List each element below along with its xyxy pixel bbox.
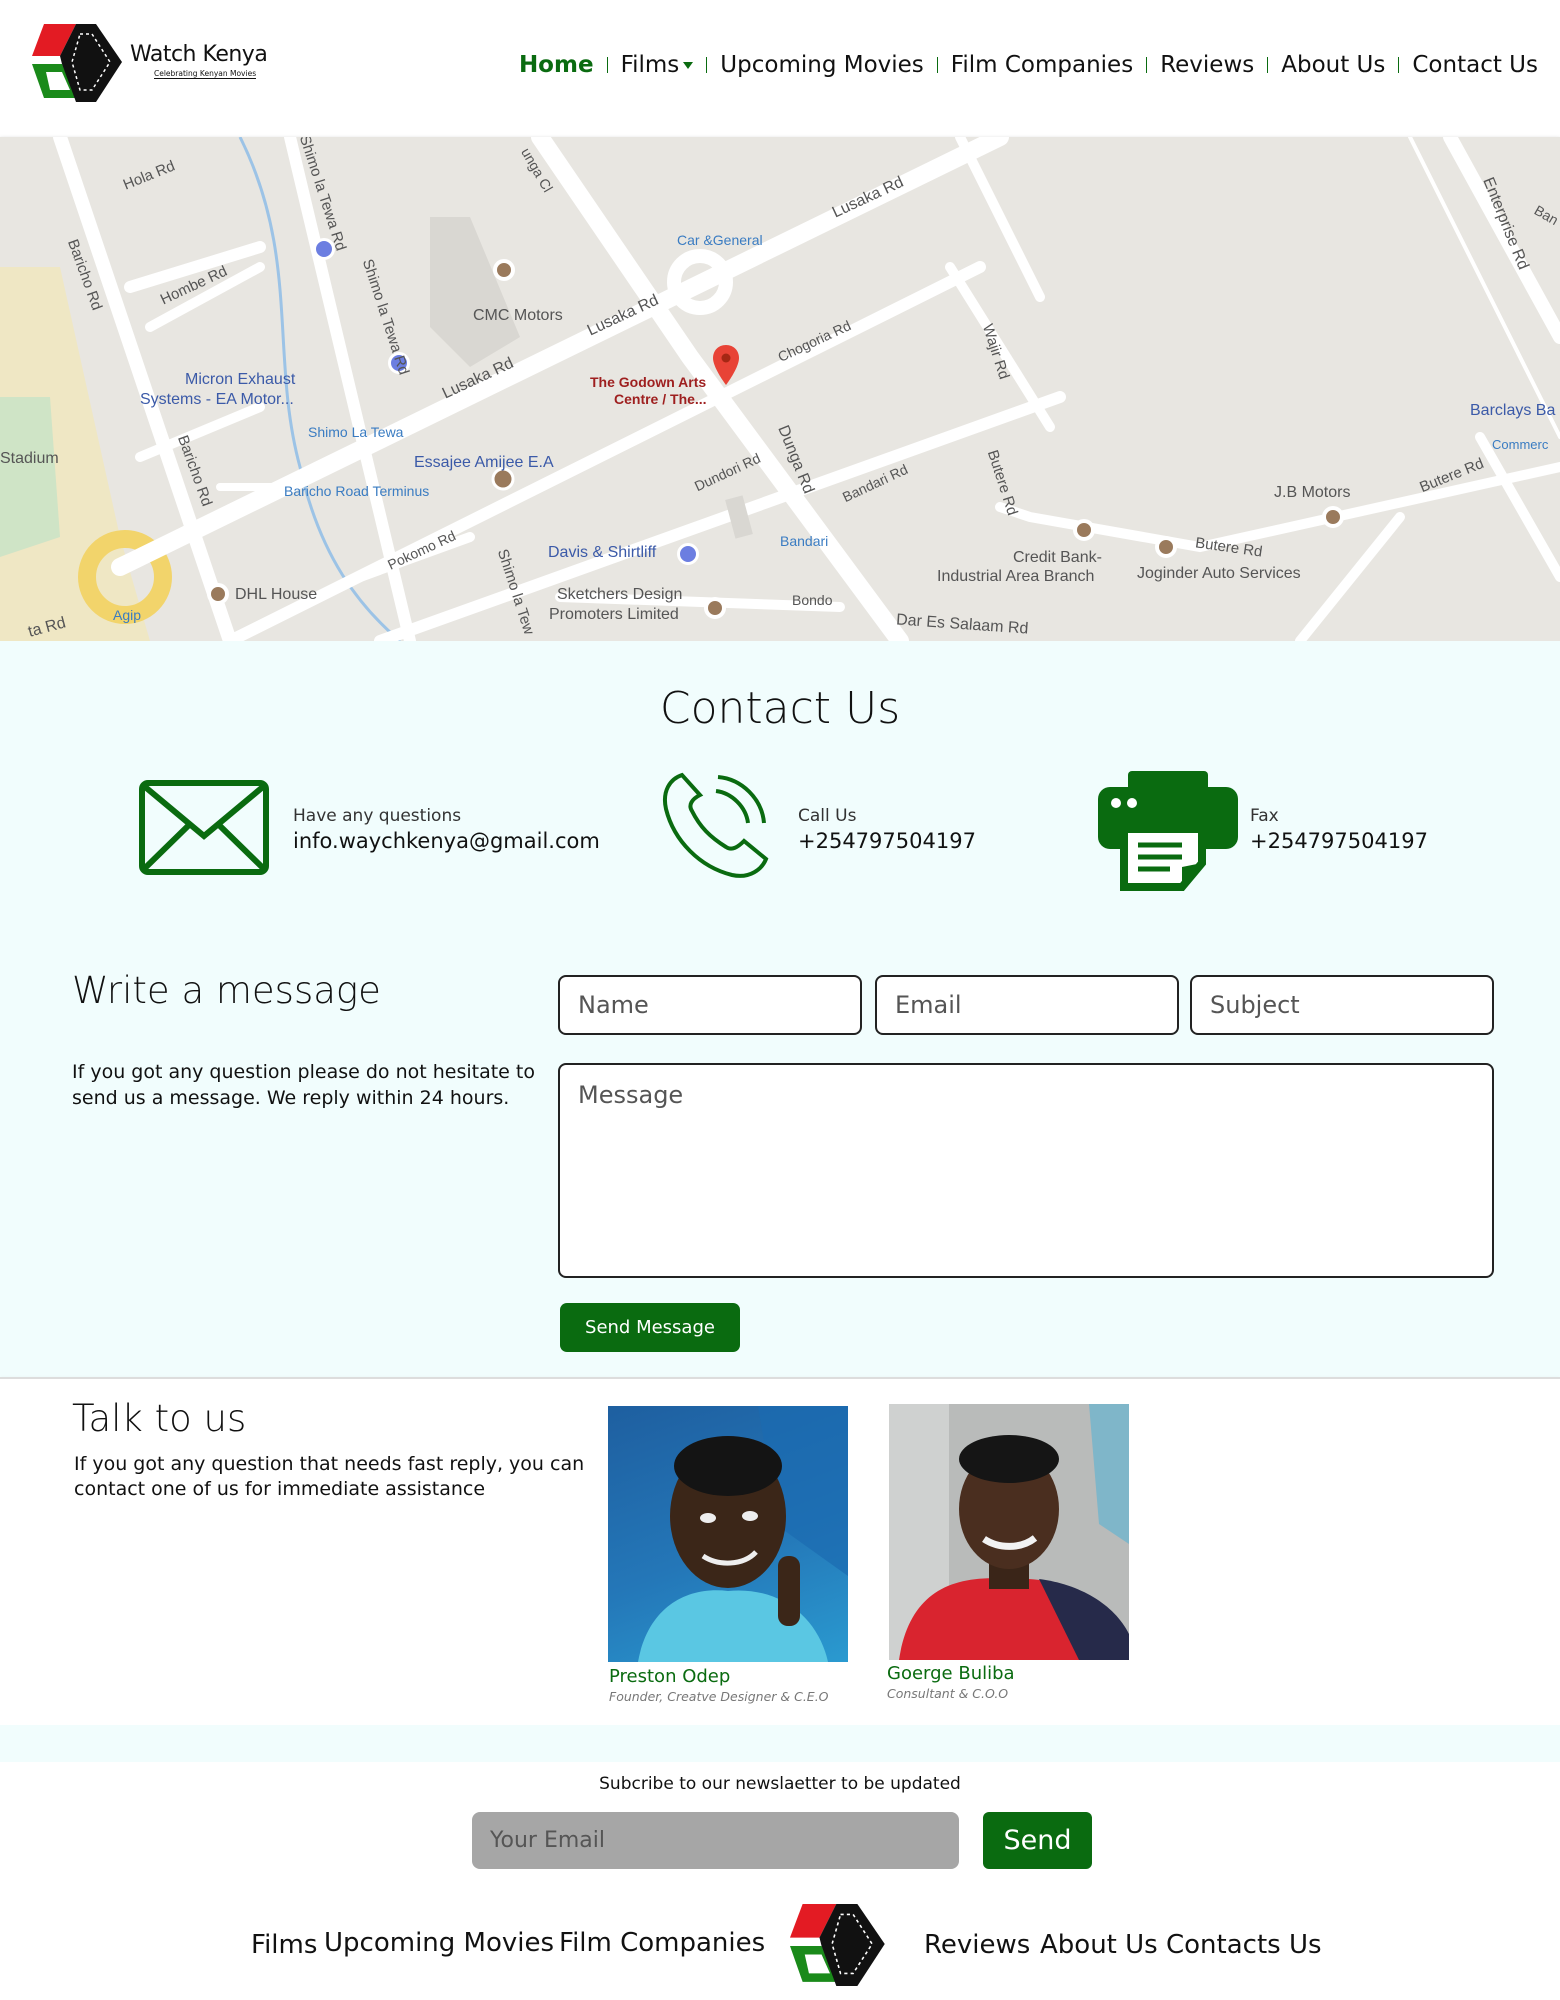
map-label: The Godown Arts xyxy=(590,374,707,390)
map-label: Agip xyxy=(113,607,142,623)
map-label: Joginder Auto Services xyxy=(1137,565,1301,582)
fax-value: +254797504197 xyxy=(1250,829,1428,853)
shop-pin-icon[interactable] xyxy=(677,543,699,565)
talk-section: Talk to us If you got any question that … xyxy=(0,1377,1560,1725)
portrait-illustration xyxy=(638,1406,848,1662)
phone-icon xyxy=(663,772,769,878)
map-label: Barclays Ba xyxy=(1470,402,1556,419)
person-name: Goerge Buliba xyxy=(887,1663,1015,1684)
brand-name: Watch Kenya xyxy=(130,42,268,67)
place-pin-icon[interactable] xyxy=(1155,536,1177,558)
phone-label: Call Us xyxy=(798,806,857,826)
nav-separator xyxy=(1267,57,1269,73)
site-footer: Subcribe to our newslaetter to be update… xyxy=(0,1762,1560,2000)
send-message-button[interactable]: Send Message xyxy=(560,1303,740,1352)
nav-separator xyxy=(1398,57,1400,73)
map-label: J.B Motors xyxy=(1274,484,1351,501)
person-name: Preston Odep xyxy=(609,1666,731,1687)
footer-link-reviews[interactable]: Reviews xyxy=(924,1930,1030,1960)
map-label: Credit Bank- xyxy=(1013,549,1102,566)
nav-contact-us[interactable]: Contact Us xyxy=(1412,52,1538,78)
footer-link-about-us[interactable]: About Us xyxy=(1040,1930,1158,1960)
nav-home[interactable]: Home xyxy=(519,52,594,78)
place-pin-icon[interactable] xyxy=(493,259,515,281)
footer-link-films[interactable]: Films xyxy=(251,1930,317,1960)
footer-link-upcoming-movies[interactable]: Upcoming Movies xyxy=(324,1928,554,1958)
email-info: Have any questions info.waychkenya@gmail… xyxy=(293,806,600,853)
main-nav: Home Films Upcoming Movies Film Companie… xyxy=(519,52,1538,78)
write-message-heading: Write a message xyxy=(72,969,381,1012)
place-pin-icon[interactable] xyxy=(207,583,229,605)
map-label: Micron Exhaust xyxy=(185,371,296,388)
map-roads xyxy=(0,137,1560,641)
map-label: Bandari xyxy=(780,533,829,549)
fax-printer-icon xyxy=(1098,771,1238,891)
nav-film-companies[interactable]: Film Companies xyxy=(951,52,1133,78)
contact-section: Contact Us Have any questions info.waych… xyxy=(0,641,1560,1377)
name-input[interactable]: Name xyxy=(558,975,862,1035)
map-label: Essajee Amijee E.A xyxy=(414,454,554,471)
map-label: CMC Motors xyxy=(473,307,563,324)
map-label: Car &General xyxy=(677,232,763,248)
person-photo[interactable] xyxy=(608,1406,848,1662)
nav-separator xyxy=(606,57,608,73)
person-role: Founder, Creatve Designer & C.E.O xyxy=(609,1689,829,1704)
fax-label: Fax xyxy=(1250,806,1279,826)
map-label: Shimo La Tewa xyxy=(308,424,404,440)
map-label: Systems - EA Motor... xyxy=(140,391,294,408)
nav-separator xyxy=(706,57,708,73)
map-label: Sketchers Design xyxy=(557,586,683,603)
brand-tagline: Celebrating Kenyan Movies xyxy=(154,69,257,79)
nav-upcoming-movies[interactable]: Upcoming Movies xyxy=(720,52,924,78)
contact-title: Contact Us xyxy=(659,683,901,734)
person-role: Consultant & C.O.O xyxy=(887,1686,1009,1701)
portrait-photo xyxy=(889,1404,1129,1660)
location-map[interactable]: The Godown Arts Centre / The... Hola Rd … xyxy=(0,137,1560,641)
footer-link-film-companies[interactable]: Film Companies xyxy=(559,1928,765,1958)
email-label: Have any questions xyxy=(293,806,462,826)
section-spacer xyxy=(0,1725,1560,1762)
nav-about-us[interactable]: About Us xyxy=(1281,52,1385,78)
map-label: Industrial Area Branch xyxy=(937,568,1095,585)
phone-info: Call Us +254797504197 xyxy=(798,806,976,853)
nav-films[interactable]: Films xyxy=(621,52,694,78)
map-label: Stadium xyxy=(0,450,59,467)
nav-films-label: Films xyxy=(620,52,680,78)
message-textarea[interactable]: Message xyxy=(558,1063,1494,1278)
map-label: Centre / The... xyxy=(614,391,707,407)
map-label: DHL House xyxy=(235,586,318,603)
map-label: Baricho Road Terminus xyxy=(284,483,430,499)
place-pin-icon[interactable] xyxy=(704,597,726,619)
film-reel-logo-icon xyxy=(32,24,122,102)
email-input[interactable]: Email xyxy=(875,975,1179,1035)
caret-down-icon xyxy=(683,62,694,69)
talk-description: If you got any question that needs fast … xyxy=(74,1453,585,1500)
subject-input[interactable]: Subject xyxy=(1190,975,1494,1035)
newsletter-text: Subcribe to our newslaetter to be update… xyxy=(599,1774,961,1794)
envelope-icon xyxy=(139,780,269,875)
site-header: Watch Kenya Celebrating Kenyan Movies Ho… xyxy=(0,0,1560,137)
newsletter-email-input[interactable]: Your Email xyxy=(472,1812,959,1869)
fax-info: Fax +254797504197 xyxy=(1250,806,1428,853)
email-value[interactable]: info.waychkenya@gmail.com xyxy=(293,829,600,853)
location-marker-icon[interactable] xyxy=(713,345,739,385)
person-photo[interactable] xyxy=(889,1404,1129,1660)
map-label: Promoters Limited xyxy=(549,606,679,623)
place-pin-icon[interactable] xyxy=(1073,519,1095,541)
newsletter-send-button[interactable]: Send xyxy=(983,1812,1092,1869)
nav-separator xyxy=(936,57,938,73)
nav-reviews[interactable]: Reviews xyxy=(1160,52,1254,78)
footer-logo-icon[interactable] xyxy=(790,1899,890,1991)
site-logo[interactable]: Watch Kenya Celebrating Kenyan Movies xyxy=(32,20,272,106)
map-label: Commerc xyxy=(1492,437,1549,452)
map-label: Bondo xyxy=(792,592,833,608)
map-label: Davis & Shirtliff xyxy=(548,544,657,561)
place-pin-icon[interactable] xyxy=(1322,506,1344,528)
talk-title: Talk to us xyxy=(72,1397,247,1440)
phone-value[interactable]: +254797504197 xyxy=(798,829,976,853)
footer-link-contacts-us[interactable]: Contacts Us xyxy=(1166,1930,1322,1960)
write-message-description: If you got any question please do not he… xyxy=(72,1061,535,1109)
nav-separator xyxy=(1146,57,1148,73)
